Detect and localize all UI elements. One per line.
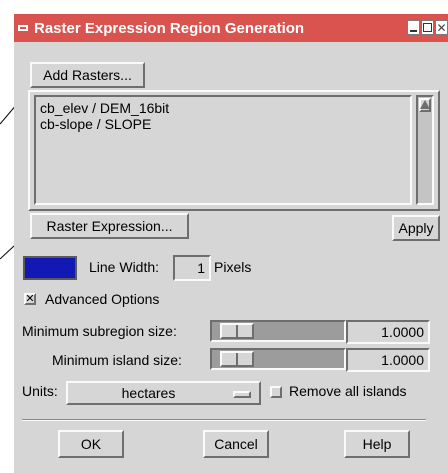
line-color-swatch[interactable] [23, 256, 77, 280]
min-island-value[interactable]: 1.0000 [346, 348, 430, 372]
dropdown-indicator-icon [233, 391, 251, 398]
raster-list-group: cb_elev / DEM_16bit cb-slope / SLOPE [28, 90, 440, 211]
units-label: Units: [22, 383, 58, 399]
min-island-label: Minimum island size: [52, 352, 182, 368]
title-bar[interactable]: Raster Expression Region Generation ✕ [14, 14, 448, 42]
list-item[interactable]: cb_elev / DEM_16bit [40, 100, 406, 116]
slider-thumb[interactable] [220, 351, 254, 367]
remove-islands-checkbox[interactable] [270, 386, 282, 398]
min-subregion-label: Minimum subregion size: [22, 323, 177, 339]
minimize-icon[interactable] [407, 20, 420, 35]
window-title: Raster Expression Region Generation [34, 19, 305, 37]
remove-islands-label: Remove all islands [289, 383, 407, 399]
maximize-icon[interactable] [421, 20, 434, 35]
window-controls: ✕ [407, 20, 448, 35]
divider [22, 419, 426, 421]
list-scrollbar[interactable] [416, 95, 434, 205]
apply-button[interactable]: Apply [392, 215, 440, 241]
min-subregion-slider[interactable] [210, 320, 346, 342]
window-menu-icon[interactable] [14, 14, 32, 42]
ok-button[interactable]: OK [58, 430, 124, 458]
scroll-up-arrow-icon[interactable] [419, 98, 431, 112]
add-rasters-button[interactable]: Add Rasters... [30, 62, 145, 88]
min-subregion-value[interactable]: 1.0000 [346, 320, 430, 344]
raster-expression-button[interactable]: Raster Expression... [30, 213, 189, 239]
help-button[interactable]: Help [344, 430, 410, 458]
units-value: hectares [121, 385, 176, 401]
line-width-label: Line Width: [89, 259, 160, 275]
line-width-unit: Pixels [214, 259, 252, 275]
min-island-slider[interactable] [210, 348, 346, 370]
line-width-field[interactable]: 1 [173, 255, 211, 281]
cancel-button[interactable]: Cancel [203, 430, 269, 458]
advanced-options-label: Advanced Options [45, 291, 160, 307]
advanced-options-checkbox[interactable]: ✕ [24, 293, 36, 305]
list-item[interactable]: cb-slope / SLOPE [40, 116, 406, 132]
units-dropdown[interactable]: hectares [66, 381, 261, 405]
slider-thumb[interactable] [220, 323, 254, 339]
close-icon[interactable]: ✕ [435, 20, 448, 35]
raster-list[interactable]: cb_elev / DEM_16bit cb-slope / SLOPE [34, 95, 412, 205]
